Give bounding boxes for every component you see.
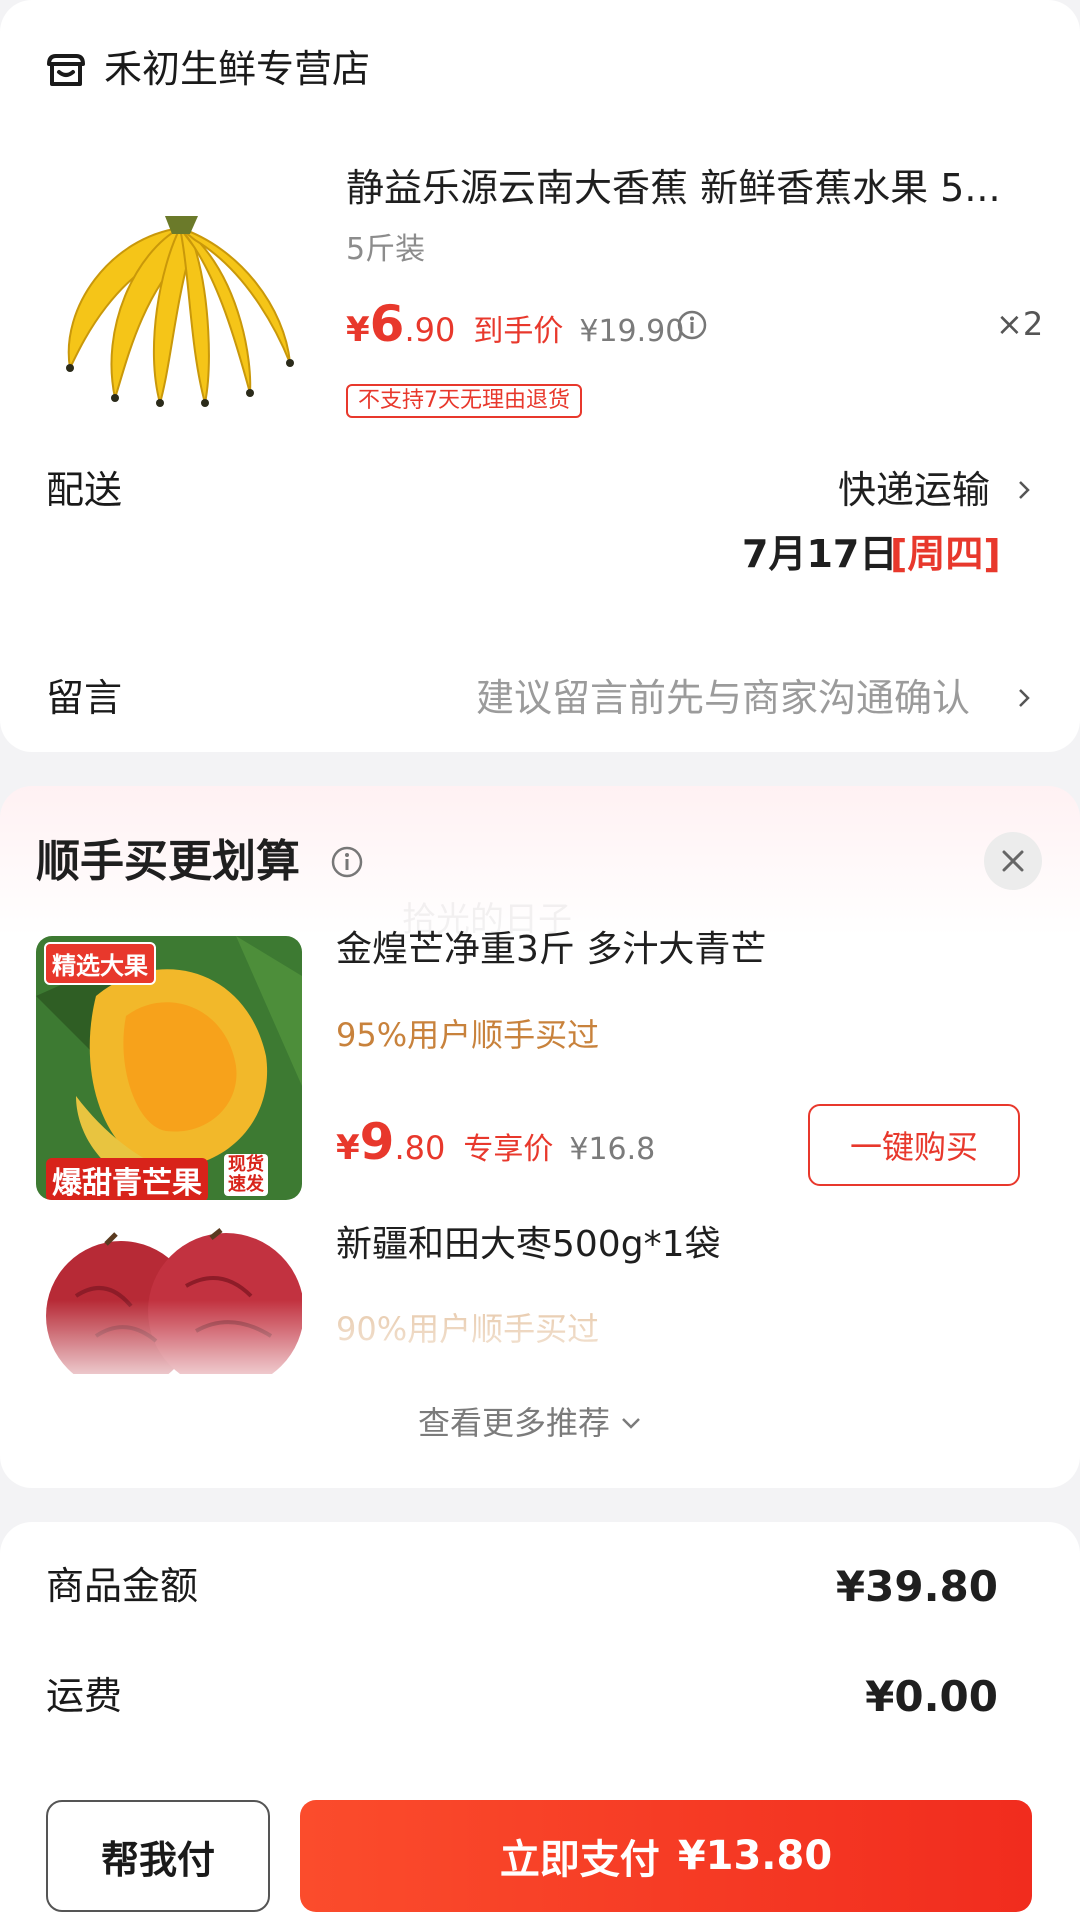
product-spec: 5斤装 (346, 232, 426, 267)
dates-bought-rate: 90%用户顺手买过 (336, 1310, 600, 1348)
message-label: 留言 (46, 676, 123, 720)
shipping-fee-label: 运费 (46, 1674, 123, 1718)
banana-product-image[interactable] (40, 198, 312, 412)
mango-price: ¥ 9 .80 专享价 ¥16.8 (336, 1114, 655, 1170)
delivery-label: 配送 (46, 468, 123, 512)
order-card: 禾初生鲜专营店 静益乐源云南大香蕉 新鲜香蕉水果 5... 5斤装 ¥ 6 .9… (0, 0, 1080, 752)
shop-name[interactable]: 禾初生鲜专营店 (104, 44, 370, 94)
mango-badge-side-1: 现货 (228, 1154, 264, 1175)
price-decimal: .90 (404, 311, 456, 349)
one-click-buy-button[interactable]: 一键购买 (808, 1104, 1020, 1186)
product-title[interactable]: 静益乐源云南大香蕉 新鲜香蕉水果 5... (346, 162, 1036, 214)
info-icon[interactable] (330, 845, 364, 879)
no-return-tag: 不支持7天无理由退货 (346, 384, 582, 418)
shipping-fee-value: ¥0.00 (865, 1672, 998, 1721)
dates-title[interactable]: 新疆和田大枣500g*1袋 (336, 1220, 720, 1270)
info-icon[interactable] (676, 309, 708, 341)
pay-now-label: 立即支付 (499, 1837, 660, 1883)
close-button[interactable] (984, 832, 1042, 890)
product-price: ¥ 6 .90 到手价 ¥19.90 (346, 296, 684, 352)
price-decimal: .80 (394, 1129, 446, 1167)
help-me-pay-button[interactable]: 帮我付 (46, 1800, 270, 1912)
chevron-right-icon[interactable] (1014, 682, 1034, 714)
mango-badge-top: 精选大果 (44, 942, 156, 985)
price-currency: ¥ (336, 1128, 360, 1168)
recommend-title: 顺手买更划算 (36, 836, 300, 887)
mango-bought-rate: 95%用户顺手买过 (336, 1016, 600, 1054)
mango-badge-bottom: 爆甜青芒果 (46, 1158, 208, 1200)
pay-amount: ¥13.80 (677, 1833, 833, 1879)
original-price: ¥19.90 (579, 314, 685, 349)
chevron-right-icon[interactable] (1014, 474, 1034, 506)
delivery-method[interactable]: 快递运输 (838, 464, 990, 516)
product-quantity: ×2 (996, 305, 1044, 343)
price-integer: 9 (359, 1113, 395, 1171)
goods-amount-value: ¥39.80 (835, 1562, 998, 1611)
close-icon (1002, 850, 1024, 872)
delivery-date: 7月17日 (742, 532, 898, 576)
message-input[interactable]: 建议留言前先与商家沟通确认 (476, 672, 970, 724)
more-recommendations-link[interactable]: 查看更多推荐 (418, 1400, 642, 1446)
mango-badge-side: 现货 速发 (224, 1154, 268, 1196)
price-label: 专享价 (463, 1132, 554, 1167)
more-recommendations-label: 查看更多推荐 (418, 1404, 611, 1442)
pay-now-button[interactable]: 立即支付 ¥13.80 (300, 1800, 1032, 1912)
delivery-weekday: [周四] (890, 532, 1001, 576)
chevron-down-icon (622, 1418, 640, 1429)
bottom-action-bar: 帮我付 立即支付 ¥13.80 (0, 1784, 1080, 1928)
mango-product-image[interactable]: 精选大果 爆甜青芒果 现货 速发 (36, 936, 302, 1200)
price-label: 到手价 (473, 314, 564, 349)
dates-product-image[interactable] (36, 1226, 302, 1374)
goods-amount-label: 商品金额 (46, 1564, 199, 1608)
original-price: ¥16.8 (569, 1132, 656, 1167)
price-integer: 6 (369, 295, 405, 353)
mango-badge-side-2: 速发 (228, 1174, 264, 1195)
price-currency: ¥ (346, 310, 370, 350)
shop-icon (47, 54, 85, 86)
mango-title[interactable]: 金煌芒净重3斤 多汁大青芒 (336, 925, 766, 975)
